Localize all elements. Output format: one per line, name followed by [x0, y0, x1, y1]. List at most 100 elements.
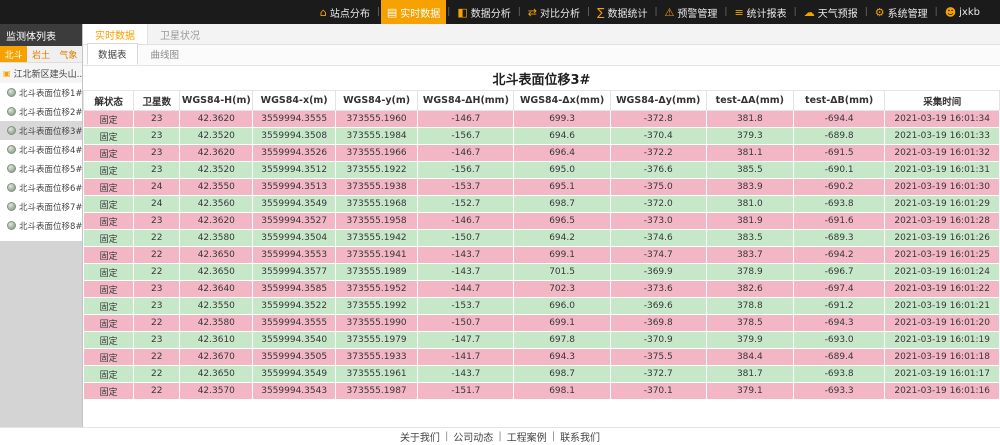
main-tab[interactable]: 实时数据	[83, 24, 148, 44]
analysis-icon: ◧	[457, 7, 467, 18]
nav-item[interactable]: ⚙系统管理	[869, 0, 934, 24]
table-cell: 695.0	[514, 162, 610, 179]
sidebar-item-label: 北斗表面位移8#	[19, 220, 82, 232]
nav-item[interactable]: ⚠预警管理	[659, 0, 724, 24]
footer-link[interactable]: 工程案例	[507, 429, 547, 444]
table-cell: 373555.1961	[335, 366, 417, 383]
table-cell: 3559994.3504	[253, 230, 335, 247]
table-cell: 2021-03-19 16:01:25	[885, 247, 1000, 264]
sidebar-item[interactable]: 北斗表面位移8#	[0, 216, 82, 235]
sidebar-item[interactable]: 北斗表面位移5#	[0, 159, 82, 178]
device-icon	[7, 88, 16, 97]
footer-link[interactable]: 公司动态	[453, 429, 493, 444]
sidebar-tab[interactable]: 气象	[55, 46, 82, 62]
sidebar-tab[interactable]: 北斗	[0, 46, 27, 62]
sidebar-item[interactable]: 北斗表面位移4#	[0, 140, 82, 159]
nav-item[interactable]: ◧数据分析	[451, 0, 516, 24]
sidebar-item[interactable]: 北斗表面位移2#	[0, 102, 82, 121]
table-row[interactable]: 固定2342.35503559994.3522373555.1992-153.7…	[84, 298, 1000, 315]
table-cell: 383.5	[706, 230, 793, 247]
table-cell: 22	[134, 264, 180, 281]
table-cell: 3559994.3549	[253, 366, 335, 383]
table-row[interactable]: 固定2242.36503559994.3553373555.1941-143.7…	[84, 247, 1000, 264]
footer-link[interactable]: 联系我们	[560, 429, 600, 444]
table-row[interactable]: 固定2342.36203559994.3555373555.1960-146.7…	[84, 111, 1000, 128]
nav-item[interactable]: ▤实时数据	[381, 0, 446, 24]
nav-item[interactable]: ⌂站点分布	[314, 0, 376, 24]
footer-separator: |	[445, 431, 448, 442]
sidebar-tab[interactable]: 岩土	[27, 46, 54, 62]
table-cell: 373555.1922	[335, 162, 417, 179]
folder-icon: ▣	[3, 69, 11, 78]
table-cell: 3559994.3513	[253, 179, 335, 196]
table-cell: 696.0	[514, 298, 610, 315]
main-tab[interactable]: 卫星状况	[148, 24, 212, 44]
table-cell: -693.8	[793, 366, 885, 383]
sidebar-item[interactable]: 北斗表面位移3#	[0, 121, 82, 140]
table-cell: -372.8	[610, 111, 706, 128]
column-header: test-ΔA(mm)	[706, 91, 793, 111]
table-cell: 2021-03-19 16:01:16	[885, 383, 1000, 400]
table-row[interactable]: 固定2242.36703559994.3505373555.1933-141.7…	[84, 349, 1000, 366]
table-cell: -689.3	[793, 230, 885, 247]
view-subtab[interactable]: 数据表	[87, 43, 138, 65]
table-row[interactable]: 固定2242.36503559994.3577373555.1989-143.7…	[84, 264, 1000, 281]
table-cell: 23	[134, 145, 180, 162]
table-cell: 23	[134, 281, 180, 298]
table-cell: -694.4	[793, 111, 885, 128]
table-row[interactable]: 固定2242.36503559994.3549373555.1961-143.7…	[84, 366, 1000, 383]
table-cell: 固定	[84, 281, 134, 298]
report-icon: ≡	[734, 7, 743, 18]
table-row[interactable]: 固定2342.35203559994.3512373555.1922-156.7…	[84, 162, 1000, 179]
table-row[interactable]: 固定2242.35803559994.3504373555.1942-150.7…	[84, 230, 1000, 247]
table-cell: -697.4	[793, 281, 885, 298]
view-subtab[interactable]: 曲线图	[140, 43, 191, 65]
column-header: WGS84-H(m)	[180, 91, 253, 111]
table-row[interactable]: 固定2242.35803559994.3555373555.1990-150.7…	[84, 315, 1000, 332]
sidebar-item[interactable]: 北斗表面位移1#	[0, 83, 82, 102]
table-cell: -691.6	[793, 213, 885, 230]
table-row[interactable]: 固定2442.35603559994.3549373555.1968-152.7…	[84, 196, 1000, 213]
table-cell: 24	[134, 179, 180, 196]
table-cell: 385.5	[706, 162, 793, 179]
table-cell: 381.7	[706, 366, 793, 383]
sidebar-item[interactable]: 北斗表面位移6#	[0, 178, 82, 197]
nav-item[interactable]: ☁天气预报	[798, 0, 864, 24]
table-cell: -369.6	[610, 298, 706, 315]
nav-item-label: 实时数据	[400, 5, 440, 20]
nav-item[interactable]: ≡统计报表	[728, 0, 792, 24]
table-row[interactable]: 固定2242.35703559994.3543373555.1987-151.7…	[84, 383, 1000, 400]
table-cell: 42.3650	[180, 366, 253, 383]
table-row[interactable]: 固定2442.35503559994.3513373555.1938-153.7…	[84, 179, 1000, 196]
nav-item[interactable]: ⇄对比分析	[522, 0, 586, 24]
table-cell: 42.3520	[180, 128, 253, 145]
table-cell: 695.1	[514, 179, 610, 196]
table-cell: 42.3620	[180, 213, 253, 230]
table-row[interactable]: 固定2342.36203559994.3526373555.1966-146.7…	[84, 145, 1000, 162]
table-cell: 固定	[84, 145, 134, 162]
column-header: 卫星数	[134, 91, 180, 111]
table-cell: 3559994.3522	[253, 298, 335, 315]
table-cell: 373555.1952	[335, 281, 417, 298]
table-cell: 2021-03-19 16:01:19	[885, 332, 1000, 349]
table-cell: 3559994.3508	[253, 128, 335, 145]
table-row[interactable]: 固定2342.36103559994.3540373555.1979-147.7…	[84, 332, 1000, 349]
table-cell: 373555.1992	[335, 298, 417, 315]
table-cell: -150.7	[418, 315, 514, 332]
table-cell: 694.6	[514, 128, 610, 145]
table-cell: -143.7	[418, 247, 514, 264]
table-cell: -153.7	[418, 179, 514, 196]
table-cell: -375.5	[610, 349, 706, 366]
sidebar-item-label: 北斗表面位移2#	[19, 106, 82, 118]
table-cell: 3559994.3555	[253, 111, 335, 128]
sidebar-item[interactable]: 北斗表面位移7#	[0, 197, 82, 216]
user-menu[interactable]: ☻jxkb	[939, 0, 986, 24]
tree-root-node[interactable]: ▣ 江北新区建头山...	[0, 63, 82, 83]
table-cell: 3559994.3585	[253, 281, 335, 298]
table-row[interactable]: 固定2342.36403559994.3585373555.1952-144.7…	[84, 281, 1000, 298]
nav-item[interactable]: ∑数据统计	[591, 0, 653, 24]
table-cell: 373555.1966	[335, 145, 417, 162]
footer-link[interactable]: 关于我们	[400, 429, 440, 444]
table-row[interactable]: 固定2342.36203559994.3527373555.1958-146.7…	[84, 213, 1000, 230]
table-row[interactable]: 固定2342.35203559994.3508373555.1984-156.7…	[84, 128, 1000, 145]
